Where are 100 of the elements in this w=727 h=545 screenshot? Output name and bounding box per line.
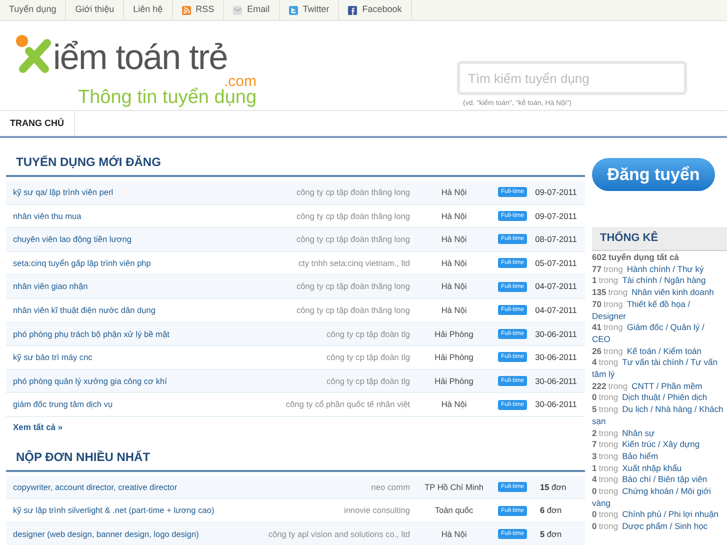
stats-total: 602 tuyển dụng tất cả xyxy=(592,252,680,264)
job-title-link[interactable]: nhân viên giao nhận xyxy=(6,280,293,293)
job-location: Hà Nội xyxy=(440,304,468,316)
stat-label: trong xyxy=(598,486,618,496)
category-link[interactable]: Thiết kế đồ họa / xyxy=(626,298,690,309)
stat-label: trong xyxy=(598,275,618,286)
company-name: công ty cp tập đoàn thăng long xyxy=(296,233,410,246)
category-link[interactable]: Hành chính / Thư ký xyxy=(626,264,704,274)
company-name: công ty cp tập đoàn thăng long xyxy=(296,304,410,316)
category-link[interactable]: Bảo hiểm xyxy=(622,450,658,461)
logo-tagline: Thông tin tuyển dụng xyxy=(78,88,257,108)
application-count: 15 đơn xyxy=(539,480,568,494)
facebook-icon xyxy=(348,6,358,14)
stat-count: 1 xyxy=(592,275,597,286)
stat-count: 26 xyxy=(592,346,602,356)
job-title-link[interactable]: nhân viên kĩ thuật điện nước dân dụng xyxy=(6,304,293,316)
stat-label: trong xyxy=(598,357,618,368)
stat-label: trong xyxy=(598,521,618,532)
job-title-link[interactable]: designer (web design, banner design, logo design) xyxy=(6,528,264,540)
search-field[interactable]: Tìm kiếm tuyển dụng xyxy=(457,61,687,95)
top-nav-link[interactable]: Giới thiệu xyxy=(66,0,124,20)
stat-count: 4 xyxy=(592,474,597,484)
job-title-link[interactable]: phó phòng quản lý xưởng gia công cơ khí xyxy=(6,374,322,388)
category-link[interactable]: Xuất nhập khẩu xyxy=(622,462,682,473)
post-date: 30-06-2011 xyxy=(534,398,578,411)
category-link[interactable]: CNTT / Phần mềm xyxy=(632,380,702,391)
company-name: cty tnhh seta:cinq vietnam., ltd xyxy=(297,256,410,270)
stat-label: trong xyxy=(598,462,618,473)
stat-label: trong xyxy=(608,380,628,391)
job-location: Hải Phòng xyxy=(434,374,474,388)
post-date: 09-07-2011 xyxy=(534,210,578,222)
category-link[interactable]: Tư vấn tài chính / Tư vấn xyxy=(622,357,718,368)
job-title-link[interactable]: kỹ sư lập trình silverlight & .net (part-time + lương cao) xyxy=(6,504,340,517)
category-link[interactable]: CEO xyxy=(592,334,725,346)
company-name: công ty cp tập đoàn tlg xyxy=(326,374,410,388)
email-icon xyxy=(233,6,242,14)
post-date: 04-07-2011 xyxy=(534,280,578,293)
job-title-link[interactable]: giám đốc trung tâm dịch vụ xyxy=(6,398,282,411)
job-location: Toàn quốc xyxy=(434,504,474,517)
top-nav-link[interactable]: Liên hệ xyxy=(124,0,173,20)
company-name: công ty apl vision and solutions co., ltd xyxy=(267,528,410,540)
job-title-link[interactable]: chuyên viên lao động tiền lương xyxy=(6,233,293,246)
category-link[interactable]: sạn xyxy=(592,416,725,428)
job-title-link[interactable]: kỹ sư qa/ lập trình viên perl xyxy=(6,186,293,199)
nav-tab[interactable]: TRANG CHỦ xyxy=(0,111,75,136)
category-link[interactable]: Kế toán / Kiểm toán xyxy=(626,346,702,356)
category-link[interactable]: Tài chính / Ngân hàng xyxy=(622,275,706,286)
category-link[interactable]: Báo chí / Biên tập viên xyxy=(622,474,708,484)
job-location: Hà Nội xyxy=(440,186,468,199)
top-nav-link[interactable]: Twitter xyxy=(280,0,340,20)
stat-label: trong xyxy=(603,264,623,274)
job-location: Hải Phòng xyxy=(434,328,474,340)
post-date: 04-07-2011 xyxy=(534,304,578,316)
company-name: công ty cp tập đoàn thăng long xyxy=(296,210,410,222)
stat-label: trong xyxy=(603,322,623,332)
post-date: 05-07-2011 xyxy=(534,256,578,270)
job-title-link[interactable]: nhân viên thu mua xyxy=(6,210,293,222)
company-name: công ty cp tập đoàn thăng long xyxy=(296,280,410,293)
category-link[interactable]: Giám đốc / Quản lý / xyxy=(626,322,704,332)
section-title: TUYỂN DỤNG MỚI ĐĂNG xyxy=(16,154,161,171)
job-title-link[interactable]: kỹ sư bảo trì máy cnc xyxy=(6,351,322,364)
rss-icon xyxy=(182,6,191,14)
top-nav-link[interactable]: Facebook xyxy=(339,0,412,20)
company-name: công ty cổ phần quốc tế nhân việt xyxy=(284,398,410,411)
job-location: TP Hồ Chí Minh xyxy=(424,480,484,494)
top-nav-link[interactable]: Email xyxy=(224,0,280,20)
company-name: công ty cp tập đoàn tlg xyxy=(326,351,410,364)
stat-label: trong xyxy=(598,450,618,461)
stat-label: trong xyxy=(598,509,618,520)
category-link[interactable]: Designer xyxy=(592,310,725,322)
job-location: Hà Nội xyxy=(440,528,468,540)
post-date: 08-07-2011 xyxy=(534,233,578,246)
category-link[interactable]: vàng xyxy=(592,498,725,510)
category-link[interactable]: tâm lý xyxy=(592,369,725,381)
stat-label: trong xyxy=(603,346,623,356)
stat-label: trong xyxy=(603,298,623,309)
job-title-link[interactable]: copywriter, account director, creative director xyxy=(6,480,368,494)
job-title-link[interactable]: phó phòng phụ trách bộ phận xử lý bề mặt xyxy=(6,328,322,340)
category-link[interactable]: Dịch thuật / Phiên dịch xyxy=(622,392,708,402)
job-location: Hà Nội xyxy=(440,233,468,246)
stat-label: trong xyxy=(598,474,618,484)
category-link[interactable]: Kiến trúc / Xây dựng xyxy=(622,439,700,450)
stat-count: 4 xyxy=(592,357,597,368)
job-title-link[interactable]: seta:cinq tuyển gấp lập trình viên php xyxy=(6,256,294,270)
company-name: công ty cp tập đoàn thăng long xyxy=(296,186,410,199)
job-location: Hải Phòng xyxy=(434,351,474,364)
category-link[interactable]: Chứng khoán / Môi giới xyxy=(622,486,711,496)
top-nav-link[interactable]: Tuyển dụng xyxy=(0,0,66,20)
stat-count: 77 xyxy=(592,264,602,274)
application-count: 5 đơn xyxy=(539,528,563,540)
job-location: Hà Nội xyxy=(440,398,468,411)
top-nav-link[interactable]: RSS xyxy=(172,0,224,20)
view-all-link[interactable]: Xem tất cả » xyxy=(13,420,63,434)
application-count: 6 đơn xyxy=(539,504,563,517)
category-link[interactable]: Nhân viên kinh doanh xyxy=(632,287,714,298)
category-link[interactable]: Nhân sự xyxy=(622,428,655,438)
stat-label: trong xyxy=(598,439,618,450)
category-link[interactable]: Dược phẩm / Sinh học xyxy=(622,521,708,532)
category-link[interactable]: Du lịch / Nhà hàng / Khách xyxy=(622,404,724,414)
category-link[interactable]: Chính phủ / Phi lợi nhuận xyxy=(622,509,718,520)
